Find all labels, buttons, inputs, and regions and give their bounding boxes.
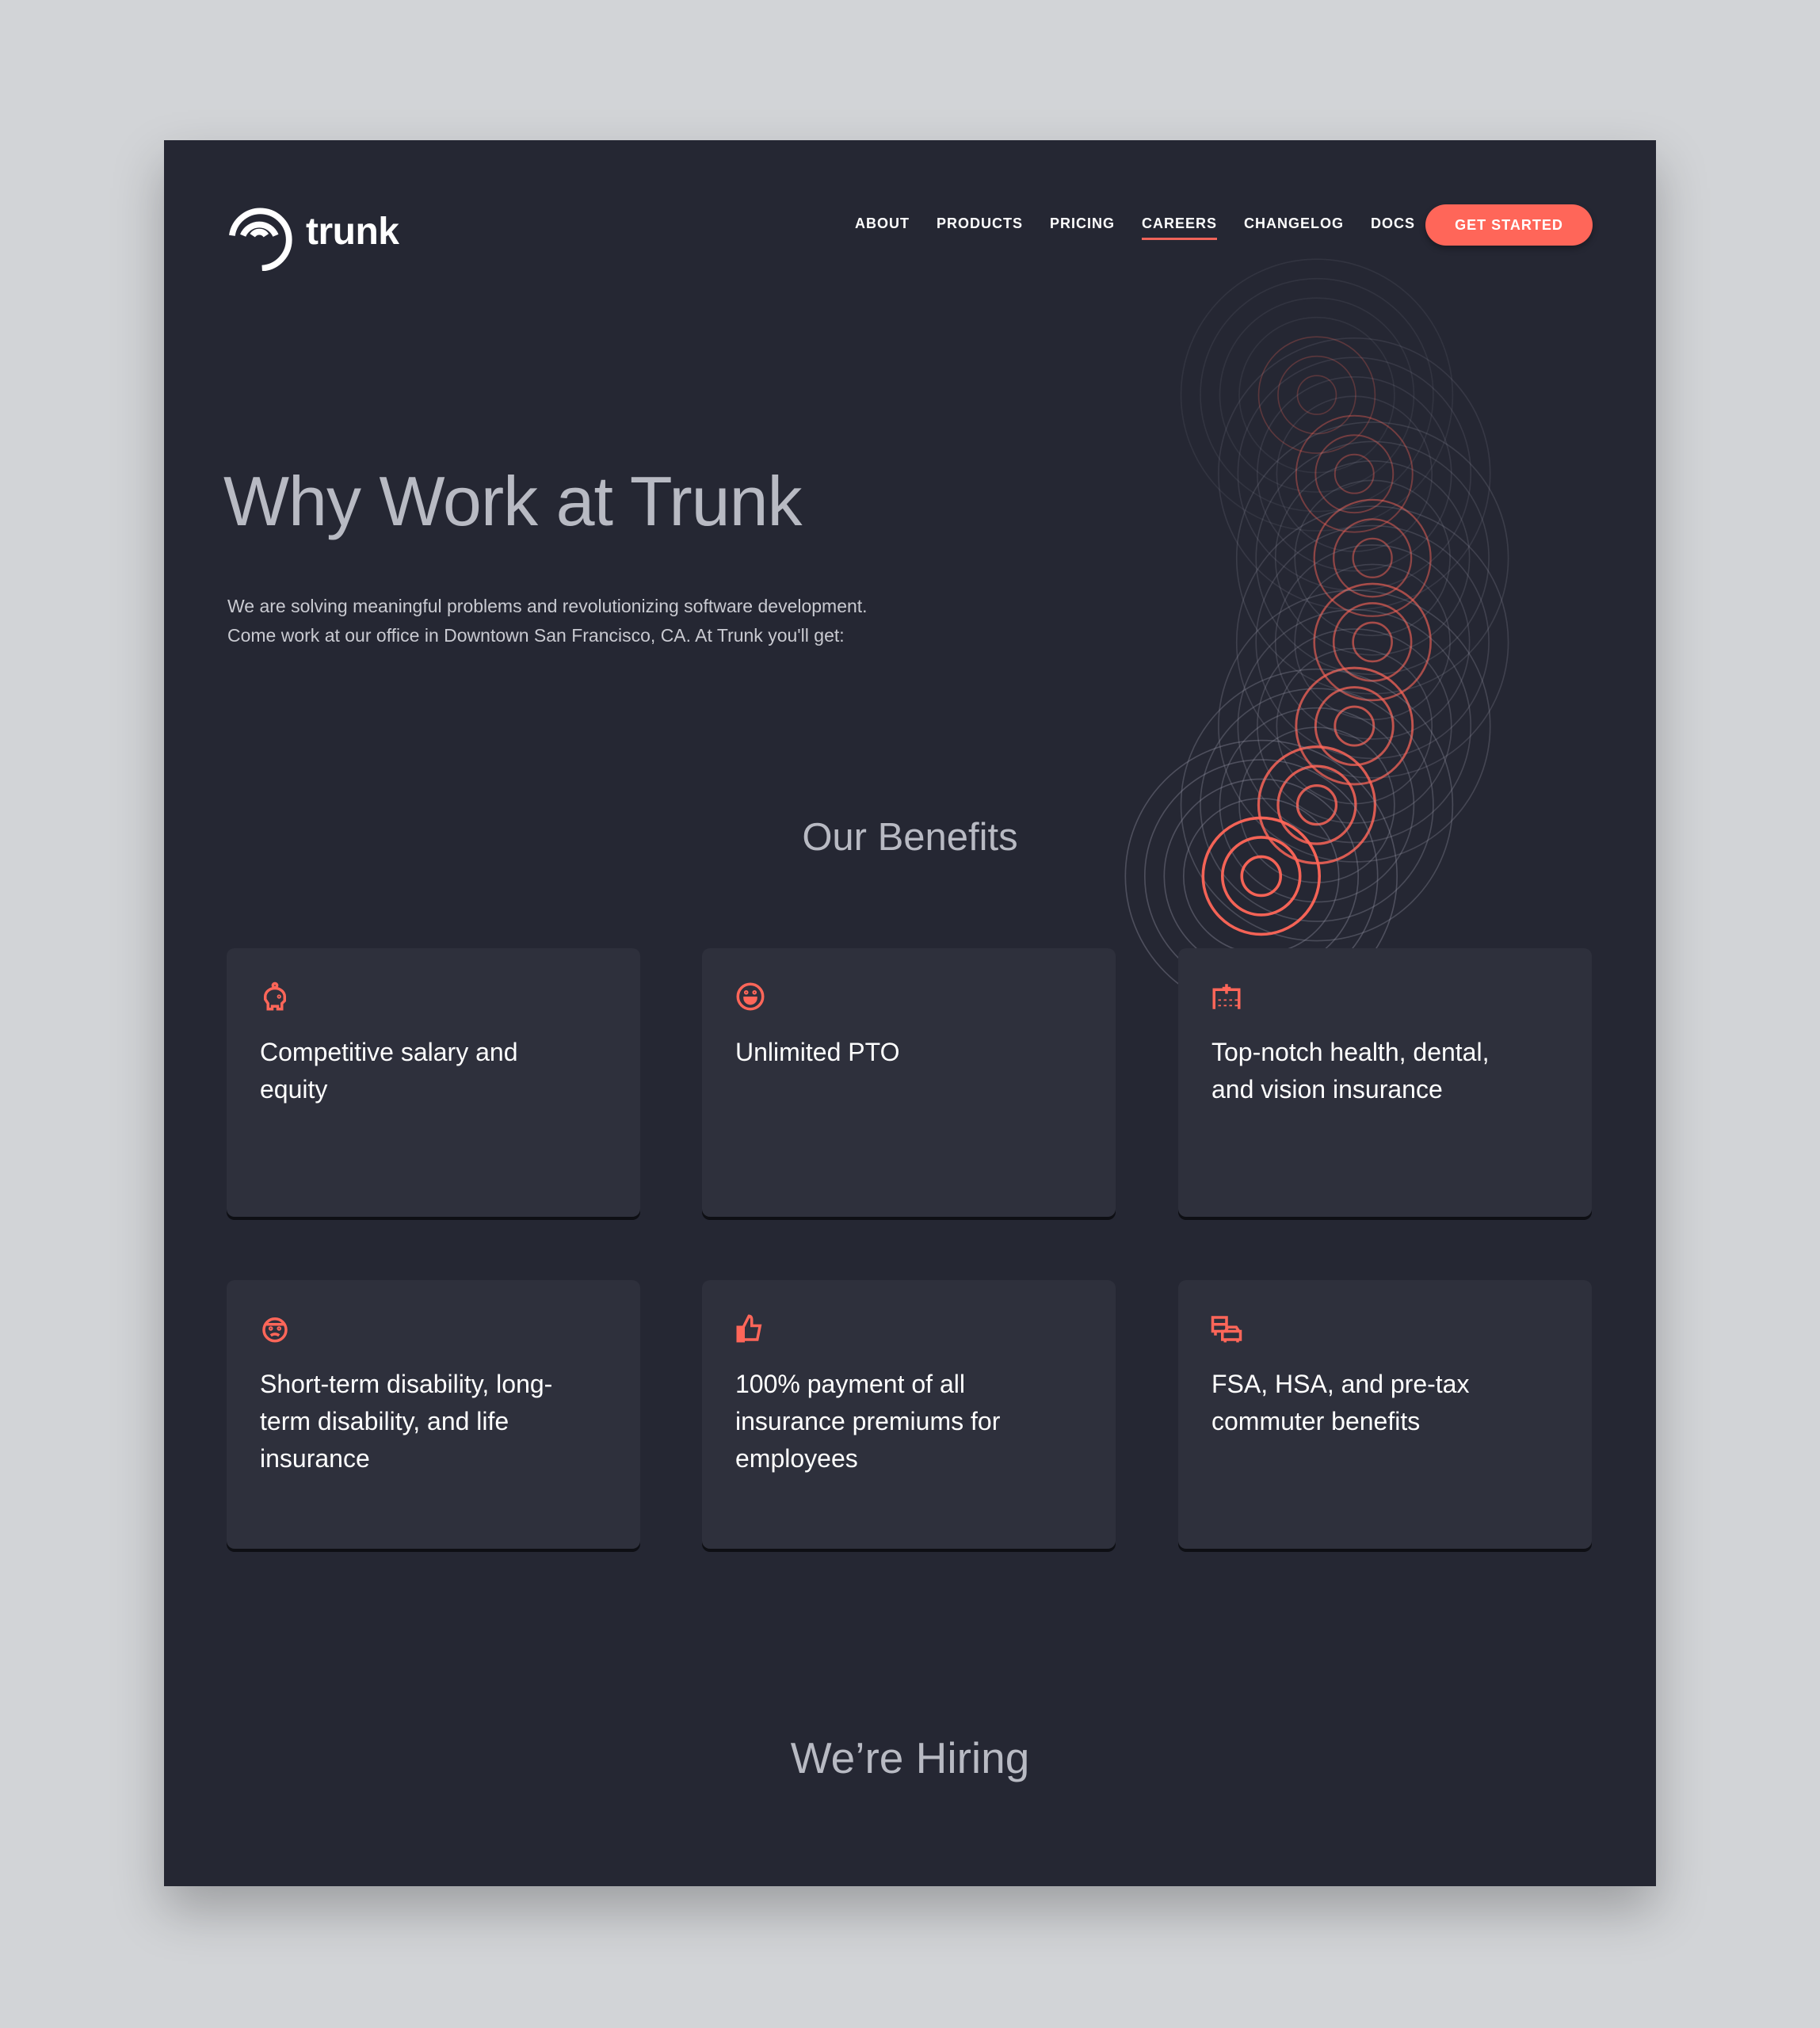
benefit-card: FSA, HSA, and pre-tax commuter benefits [1178, 1280, 1592, 1549]
trunk-logo-icon [229, 208, 292, 271]
intro-text: We are solving meaningful problems and r… [227, 592, 941, 650]
hospital-icon [1212, 984, 1241, 1009]
ring [1294, 479, 1451, 637]
benefit-card: Unlimited PTO [702, 948, 1116, 1217]
ring [1314, 686, 1395, 767]
ring [1274, 544, 1471, 740]
thumbs-up-icon [736, 1314, 762, 1343]
benefit-text: Top-notch health, dental, and vision ins… [1211, 1038, 1490, 1104]
ring [1238, 316, 1395, 474]
nav-pricing[interactable]: PRICING [1050, 215, 1115, 238]
ring [1200, 688, 1434, 922]
ring [1313, 498, 1432, 617]
benefit-text: FSA, HSA, and pre-tax commuter benefits [1211, 1370, 1470, 1435]
piggy-bank-icon [264, 982, 286, 1011]
ring [1333, 518, 1413, 598]
smiley-icon [736, 982, 765, 1011]
nav-about[interactable]: ABOUT [855, 215, 910, 238]
careers-page: trunk ABOUT PRODUCTS PRICING CAREERS CHA… [164, 140, 1656, 1886]
ring [1294, 563, 1451, 721]
ring [1334, 705, 1375, 747]
page-title: Why Work at Trunk [223, 462, 803, 540]
ring [1295, 414, 1414, 533]
commute-icon [1211, 1316, 1242, 1343]
benefit-card: Top-notch health, dental, and vision ins… [1178, 948, 1592, 1217]
intro-line-2: Come work at our office in Downtown San … [227, 625, 845, 646]
ring [1255, 440, 1490, 676]
ring [1200, 277, 1434, 513]
benefit-text: 100% payment of all insurance premiums f… [735, 1370, 1001, 1473]
nav-products[interactable]: PRODUCTS [937, 215, 1023, 238]
ring [1274, 460, 1471, 656]
ring [1296, 375, 1337, 415]
hiring-heading: We’re Hiring [790, 1733, 1030, 1782]
nav-docs[interactable]: DOCS [1371, 215, 1415, 238]
sick-face-icon [262, 1317, 288, 1343]
benefit-card: Competitive salary and equity [227, 948, 640, 1217]
logo[interactable]: trunk [227, 203, 399, 271]
ring [1180, 258, 1454, 532]
benefit-text: Unlimited PTO [735, 1038, 900, 1066]
ring [1180, 668, 1454, 942]
nav-careers[interactable]: CAREERS [1142, 215, 1218, 240]
ring [1277, 355, 1356, 435]
benefit-card: 100% payment of all insurance premiums f… [702, 1280, 1116, 1549]
benefit-card: Short-term disability, long-term disabil… [227, 1280, 640, 1549]
ring [1237, 356, 1472, 591]
ring [1276, 395, 1433, 552]
get-started-button[interactable]: GET STARTED [1425, 204, 1593, 246]
brand-name: trunk [306, 210, 399, 253]
benefit-text: Short-term disability, long-term disabil… [260, 1370, 553, 1473]
ring [1313, 582, 1432, 702]
nav-changelog[interactable]: CHANGELOG [1244, 215, 1344, 238]
ring [1276, 647, 1433, 805]
intro-line-1: We are solving meaningful problems and r… [227, 596, 868, 616]
benefits-heading: Our Benefits [802, 816, 1018, 859]
ring [1163, 778, 1360, 974]
main-nav: ABOUT PRODUCTS PRICING CAREERS CHANGELOG… [855, 215, 1415, 240]
ring [1240, 855, 1283, 898]
benefit-text: Competitive salary and equity [260, 1038, 518, 1104]
